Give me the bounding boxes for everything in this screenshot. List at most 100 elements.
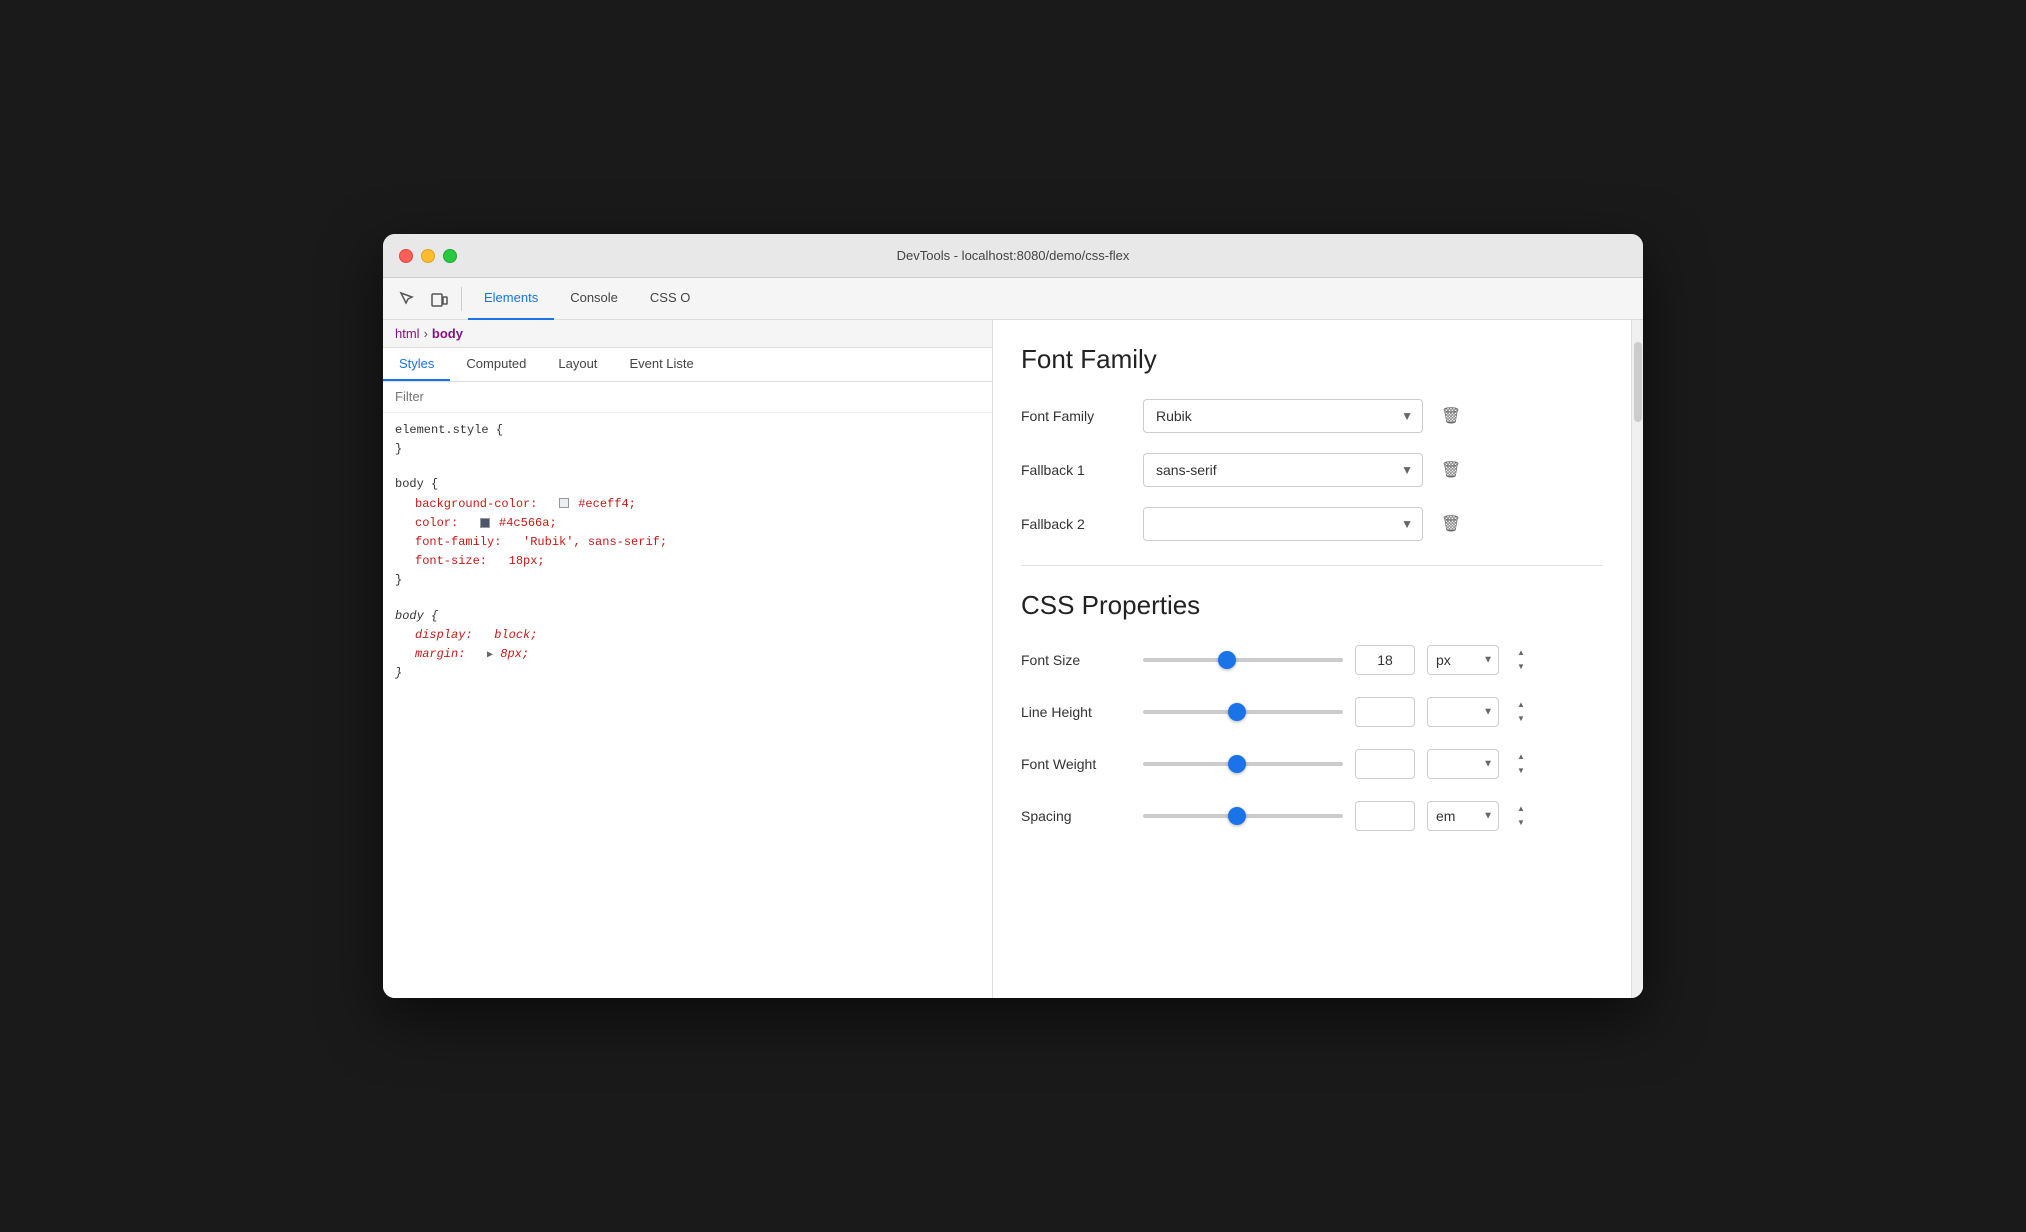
- font-weight-increment[interactable]: ▲: [1511, 750, 1531, 764]
- font-weight-input[interactable]: [1355, 749, 1415, 779]
- right-scrollbar[interactable]: [1631, 320, 1643, 998]
- font-size-unit-select[interactable]: px em rem %: [1427, 645, 1499, 675]
- fallback1-delete-button[interactable]: 🗑: [1435, 454, 1467, 486]
- css-block-body-2: body { display: block; margin: ▶ 8px;: [395, 607, 980, 684]
- toolbar-divider: [461, 287, 462, 311]
- slider-thumb[interactable]: [1228, 703, 1246, 721]
- font-size-label: Font Size: [1021, 652, 1131, 668]
- line-height-unit-wrapper: px em rem ▼: [1427, 697, 1499, 727]
- sub-tab-computed[interactable]: Computed: [450, 348, 542, 381]
- font-size-decrement[interactable]: ▼: [1511, 660, 1531, 674]
- spacing-unit-select[interactable]: em px rem: [1427, 801, 1499, 831]
- font-weight-unit-select[interactable]: 100 400 700: [1427, 749, 1499, 779]
- left-panel: html › body Styles Computed Layout: [383, 320, 993, 998]
- css-closing-brace: }: [395, 440, 980, 459]
- scrollbar-thumb[interactable]: [1634, 342, 1642, 422]
- fallback1-select-wrapper: sans-serif serif monospace ▼: [1143, 453, 1423, 487]
- font-size-input[interactable]: [1355, 645, 1415, 675]
- color-swatch-4c566a: [480, 518, 490, 528]
- css-selector: element.style {: [395, 421, 980, 440]
- spacing-row: Spacing em px rem ▼: [1021, 801, 1603, 831]
- fallback1-select[interactable]: sans-serif serif monospace: [1143, 453, 1423, 487]
- font-weight-decrement[interactable]: ▼: [1511, 764, 1531, 778]
- spacing-slider[interactable]: [1143, 806, 1343, 826]
- fallback2-select-wrapper: sans-serif serif ▼: [1143, 507, 1423, 541]
- slider-thumb[interactable]: [1218, 651, 1236, 669]
- devtools-window: DevTools - localhost:8080/demo/css-flex …: [383, 234, 1643, 998]
- css-property-font-family: font-family: 'Rubik', sans-serif;: [395, 533, 980, 552]
- breadcrumb-html[interactable]: html: [395, 326, 420, 341]
- line-height-stepper: ▲ ▼: [1511, 698, 1531, 726]
- fallback2-delete-button[interactable]: 🗑: [1435, 508, 1467, 540]
- filter-input[interactable]: [395, 389, 980, 404]
- css-selector-italic: body {: [395, 607, 980, 626]
- line-height-row: Line Height px em rem: [1021, 697, 1603, 727]
- section-divider: [1021, 565, 1603, 566]
- spacing-decrement[interactable]: ▼: [1511, 816, 1531, 830]
- fallback1-label: Fallback 1: [1021, 462, 1131, 478]
- spacing-increment[interactable]: ▲: [1511, 802, 1531, 816]
- slider-thumb[interactable]: [1228, 755, 1246, 773]
- line-height-increment[interactable]: ▲: [1511, 698, 1531, 712]
- font-weight-label: Font Weight: [1021, 756, 1131, 772]
- font-weight-unit-wrapper: 100 400 700 ▼: [1427, 749, 1499, 779]
- sub-tab-layout[interactable]: Layout: [542, 348, 613, 381]
- css-selector: body {: [395, 475, 980, 494]
- filter-bar: [383, 382, 992, 413]
- triangle-icon: ▶: [487, 650, 493, 661]
- css-properties-section-title: CSS Properties: [1021, 590, 1603, 621]
- fallback2-select[interactable]: sans-serif serif: [1143, 507, 1423, 541]
- line-height-label: Line Height: [1021, 704, 1131, 720]
- css-property-display: display: block;: [395, 626, 980, 645]
- fallback2-row: Fallback 2 sans-serif serif ▼ 🗑: [1021, 507, 1603, 541]
- tab-css[interactable]: CSS O: [634, 278, 706, 320]
- line-height-input[interactable]: [1355, 697, 1415, 727]
- font-size-slider[interactable]: [1143, 650, 1343, 670]
- sub-tab-event-listeners[interactable]: Event Liste: [613, 348, 709, 381]
- slider-track: [1143, 762, 1343, 766]
- breadcrumb-body[interactable]: body: [432, 326, 463, 341]
- font-family-section-title: Font Family: [1021, 344, 1603, 375]
- spacing-label: Spacing: [1021, 808, 1131, 824]
- tab-elements[interactable]: Elements: [468, 278, 554, 320]
- font-family-select[interactable]: Rubik Arial Georgia: [1143, 399, 1423, 433]
- close-button[interactable]: [399, 249, 413, 263]
- line-height-decrement[interactable]: ▼: [1511, 712, 1531, 726]
- css-closing-brace: }: [395, 664, 980, 683]
- spacing-input[interactable]: [1355, 801, 1415, 831]
- devtools-content: html › body Styles Computed Layout: [383, 320, 1643, 998]
- tab-console[interactable]: Console: [554, 278, 634, 320]
- color-swatch-eceff4: [559, 498, 569, 508]
- font-family-select-wrapper: Rubik Arial Georgia ▼: [1143, 399, 1423, 433]
- slider-track: [1143, 658, 1343, 662]
- css-block-element-style: element.style { }: [395, 421, 980, 459]
- css-property-bg: background-color: #eceff4;: [395, 495, 980, 514]
- title-bar: DevTools - localhost:8080/demo/css-flex: [383, 234, 1643, 278]
- slider-thumb[interactable]: [1228, 807, 1246, 825]
- slider-track: [1143, 814, 1343, 818]
- sub-tab-styles[interactable]: Styles: [383, 348, 450, 381]
- font-family-row: Font Family Rubik Arial Georgia ▼ 🗑: [1021, 399, 1603, 433]
- device-icon[interactable]: [423, 283, 455, 315]
- breadcrumb: html › body: [383, 320, 992, 348]
- font-size-unit-wrapper: px em rem % ▼: [1427, 645, 1499, 675]
- font-weight-slider[interactable]: [1143, 754, 1343, 774]
- devtools-toolbar: Elements Console CSS O: [383, 278, 1643, 320]
- font-size-increment[interactable]: ▲: [1511, 646, 1531, 660]
- font-family-label: Font Family: [1021, 408, 1131, 424]
- css-property-font-size: font-size: 18px;: [395, 552, 980, 571]
- fallback2-label: Fallback 2: [1021, 516, 1131, 532]
- line-height-slider[interactable]: [1143, 702, 1343, 722]
- window-title: DevTools - localhost:8080/demo/css-flex: [897, 248, 1130, 263]
- font-family-delete-button[interactable]: 🗑: [1435, 400, 1467, 432]
- maximize-button[interactable]: [443, 249, 457, 263]
- right-panel: Font Family Font Family Rubik Arial Geor…: [993, 320, 1631, 998]
- spacing-unit-wrapper: em px rem ▼: [1427, 801, 1499, 831]
- css-panel: element.style { } body { background-colo…: [383, 413, 992, 998]
- inspect-icon[interactable]: [391, 283, 423, 315]
- css-block-body-1: body { background-color: #eceff4; color:…: [395, 475, 980, 590]
- fallback1-row: Fallback 1 sans-serif serif monospace ▼ …: [1021, 453, 1603, 487]
- css-property-color: color: #4c566a;: [395, 514, 980, 533]
- line-height-unit-select[interactable]: px em rem: [1427, 697, 1499, 727]
- minimize-button[interactable]: [421, 249, 435, 263]
